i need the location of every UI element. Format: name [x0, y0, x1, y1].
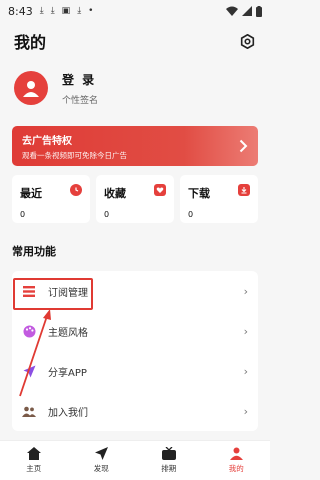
- nav-label: 排期: [161, 464, 177, 473]
- nav-label: 发现: [93, 464, 109, 473]
- nav-item-mine[interactable]: 我的: [203, 441, 271, 480]
- nav-label: 我的: [228, 464, 244, 473]
- bottom-nav: 主页 发现 排期 我的: [0, 440, 270, 480]
- nav-item-discover[interactable]: 发现: [68, 441, 136, 480]
- annotation-arrow: [19, 309, 51, 397]
- person-icon: [229, 447, 243, 460]
- home-icon: [26, 447, 41, 460]
- navigate-icon: [94, 447, 108, 460]
- nav-label: 主页: [26, 464, 42, 473]
- tv-icon: [161, 447, 176, 460]
- nav-item-home[interactable]: 主页: [0, 441, 68, 480]
- nav-item-schedule[interactable]: 排期: [135, 441, 203, 480]
